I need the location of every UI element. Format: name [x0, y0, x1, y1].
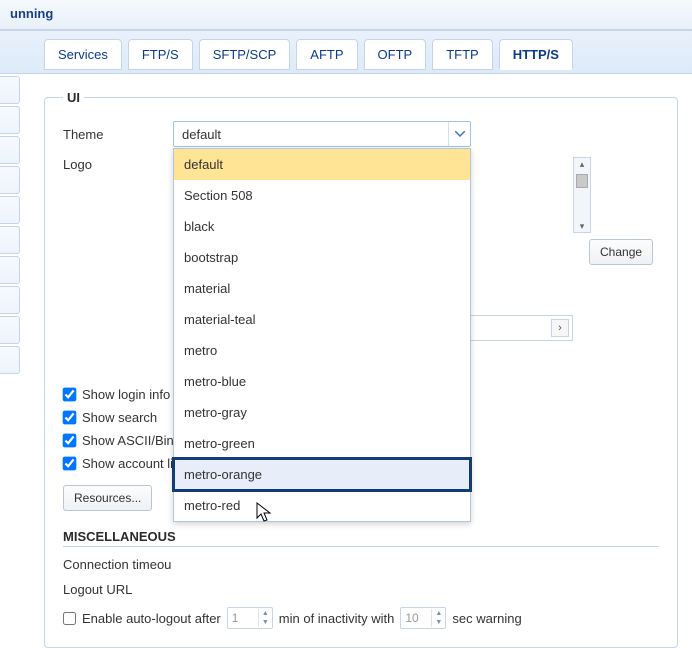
- scroll-thumb[interactable]: [576, 174, 588, 188]
- misc-heading: MISCELLANEOUS: [63, 529, 659, 547]
- left-stub[interactable]: [0, 196, 20, 224]
- chevron-up-icon[interactable]: ▲: [432, 609, 445, 618]
- scroll-up-icon[interactable]: ▴: [574, 158, 590, 170]
- theme-option[interactable]: material-teal: [174, 304, 470, 335]
- connection-timeout-label: Connection timeou: [63, 557, 191, 572]
- status-banner: unning: [0, 0, 692, 30]
- left-stub[interactable]: [0, 76, 20, 104]
- left-stub[interactable]: [0, 166, 20, 194]
- logout-url-label: Logout URL: [63, 582, 191, 597]
- theme-input[interactable]: [174, 127, 448, 142]
- scroll-down-icon[interactable]: ▾: [574, 220, 590, 232]
- ui-fieldset: UI Theme defaultSection 508blackbootstra…: [44, 90, 678, 648]
- left-stub[interactable]: [0, 346, 20, 374]
- checkbox[interactable]: [63, 411, 77, 425]
- arrow-right-icon[interactable]: ›: [551, 319, 569, 337]
- tabs-strip: Services FTP/S SFTP/SCP AFTP OFTP TFTP H…: [0, 30, 692, 74]
- checkbox-label: Show search: [82, 410, 157, 425]
- theme-option[interactable]: Section 508: [174, 180, 470, 211]
- left-rail-stubs: [0, 76, 20, 376]
- auto-logout-minutes-input[interactable]: [228, 611, 258, 625]
- left-stub[interactable]: [0, 136, 20, 164]
- ui-legend: UI: [63, 90, 84, 105]
- tab-services[interactable]: Services: [44, 39, 122, 70]
- chevron-down-icon[interactable]: ▼: [432, 618, 445, 627]
- chevron-down-icon[interactable]: ▼: [259, 618, 272, 627]
- logo-scrollbar[interactable]: ▴ ▾: [573, 157, 591, 233]
- left-stub[interactable]: [0, 226, 20, 254]
- tab-aftp[interactable]: AFTP: [296, 39, 357, 70]
- auto-logout-text-3: sec warning: [452, 611, 521, 626]
- left-stub[interactable]: [0, 256, 20, 284]
- resources-button[interactable]: Resources...: [63, 485, 152, 511]
- left-stub[interactable]: [0, 286, 20, 314]
- auto-logout-warning-input[interactable]: [401, 611, 431, 625]
- theme-option[interactable]: material: [174, 273, 470, 304]
- auto-logout-text-2: min of inactivity with: [279, 611, 395, 626]
- theme-option[interactable]: bootstrap: [174, 242, 470, 273]
- theme-option[interactable]: metro-orange: [174, 459, 470, 490]
- auto-logout-text-1: Enable auto-logout after: [82, 611, 221, 626]
- theme-option[interactable]: metro: [174, 335, 470, 366]
- auto-logout-warning-stepper[interactable]: ▲▼: [400, 607, 446, 629]
- checkbox[interactable]: [63, 434, 77, 448]
- checkbox[interactable]: [63, 388, 77, 402]
- change-button[interactable]: Change: [589, 239, 653, 265]
- theme-option[interactable]: black: [174, 211, 470, 242]
- logo-label: Logo: [63, 157, 173, 172]
- checkbox-label: Show ASCII/Binar: [82, 433, 185, 448]
- auto-logout-checkbox[interactable]: [63, 612, 76, 625]
- theme-option[interactable]: metro-blue: [174, 366, 470, 397]
- tab-oftp[interactable]: OFTP: [364, 39, 427, 70]
- checkbox[interactable]: [63, 457, 77, 471]
- chevron-down-icon[interactable]: [448, 122, 470, 146]
- theme-option[interactable]: metro-red: [174, 490, 470, 521]
- auto-logout-minutes-stepper[interactable]: ▲▼: [227, 607, 273, 629]
- theme-combobox[interactable]: [173, 121, 471, 147]
- left-stub[interactable]: [0, 316, 20, 344]
- checkbox-label: Show account lin: [82, 456, 180, 471]
- chevron-up-icon[interactable]: ▲: [259, 609, 272, 618]
- left-stub[interactable]: [0, 106, 20, 134]
- tab-https[interactable]: HTTP/S: [499, 39, 573, 70]
- tab-ftps[interactable]: FTP/S: [128, 39, 193, 70]
- theme-option[interactable]: default: [174, 149, 470, 180]
- checkbox-label: Show login info: [82, 387, 170, 402]
- theme-option[interactable]: metro-green: [174, 428, 470, 459]
- status-text: unning: [10, 6, 53, 21]
- theme-option[interactable]: metro-gray: [174, 397, 470, 428]
- tab-tftp[interactable]: TFTP: [432, 39, 493, 70]
- theme-label: Theme: [63, 127, 173, 142]
- theme-dropdown[interactable]: defaultSection 508blackbootstrapmaterial…: [173, 148, 471, 522]
- tab-sftp-scp[interactable]: SFTP/SCP: [199, 39, 291, 70]
